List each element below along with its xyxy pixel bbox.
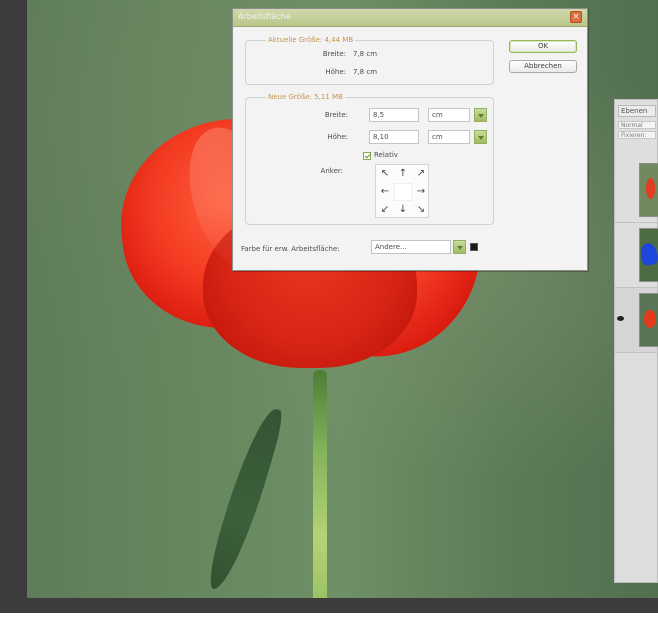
relative-checkbox[interactable] [363,152,371,160]
anchor-arrow-bottom-left-icon[interactable]: ↙ [376,201,394,219]
color-swatch[interactable] [470,243,478,251]
new-width-input[interactable]: 8,5 [369,108,419,122]
photoshop-workspace: Ebenen Normal Fixieren: Arbeitsfläche × … [0,0,658,613]
grass-blade-shape [204,403,286,595]
layers-tab[interactable]: Ebenen [618,105,656,117]
new-width-label: Breite: [324,111,348,119]
layer-lock-label: Fixieren: [618,131,656,139]
anchor-center-box[interactable] [394,183,412,201]
layers-panel[interactable]: Ebenen Normal Fixieren: [614,99,658,583]
canvas-color-label: Farbe für erw. Arbeitsfläche: [241,245,340,253]
eye-icon[interactable] [617,316,624,321]
width-unit-select[interactable]: cm [428,108,470,122]
relative-label: Relativ [374,151,398,159]
layer-row[interactable] [615,223,658,288]
current-width-label: Breite: [322,50,346,58]
current-height-value: 7,8 cm [353,68,378,76]
anchor-arrow-right-icon[interactable]: → [412,183,430,201]
close-button[interactable]: × [570,11,582,23]
anchor-arrow-top-right-icon[interactable]: ↗ [412,165,430,183]
application-window: Ebenen Normal Fixieren: Arbeitsfläche × … [0,0,658,626]
poppy-stem-shape [313,370,327,598]
chevron-down-icon[interactable] [453,240,466,254]
height-unit-select[interactable]: cm [428,130,470,144]
canvas-color-select[interactable]: Andere... [371,240,451,254]
layer-thumbnail [639,163,658,217]
current-size-label: Aktuelle Größe: 4,44 MB [266,36,356,45]
new-size-group: Neue Größe: 5,11 MB Breite: 8,5 cm Höhe:… [245,93,494,225]
layer-row[interactable] [615,158,658,223]
current-height-label: Höhe: [325,68,346,76]
dialog-titlebar[interactable]: Arbeitsfläche × [233,9,587,27]
chevron-down-icon[interactable] [474,130,487,144]
blend-mode-select[interactable]: Normal [618,121,656,129]
anchor-arrow-top-icon[interactable]: ↑ [394,165,412,183]
anchor-grid[interactable]: ↖ ↑ ↗ ← → ↙ ↓ ↘ [375,164,429,218]
new-height-input[interactable]: 8,10 [369,130,419,144]
anchor-arrow-bottom-right-icon[interactable]: ↘ [412,201,430,219]
cancel-button[interactable]: Abbrechen [509,60,577,73]
layer-thumbnail [639,293,658,347]
current-size-group: Aktuelle Größe: 4,44 MB Breite: 7,8 cm H… [245,36,494,85]
new-size-label: Neue Größe: 5,11 MB [266,93,345,102]
new-height-label: Höhe: [327,133,348,141]
dialog-title: Arbeitsfläche [238,12,291,21]
layer-thumbnail [639,228,658,282]
chevron-down-icon[interactable] [474,108,487,122]
current-width-value: 7,8 cm [353,50,378,58]
ok-button[interactable]: OK [509,40,577,53]
status-bar [7,615,187,623]
canvas-size-dialog: Arbeitsfläche × Aktuelle Größe: 4,44 MB … [232,8,588,271]
anchor-arrow-bottom-icon[interactable]: ↓ [394,201,412,219]
layer-row[interactable] [615,288,658,353]
anchor-arrow-left-icon[interactable]: ← [376,183,394,201]
anchor-label: Anker: [320,167,343,175]
anchor-arrow-top-left-icon[interactable]: ↖ [376,165,394,183]
